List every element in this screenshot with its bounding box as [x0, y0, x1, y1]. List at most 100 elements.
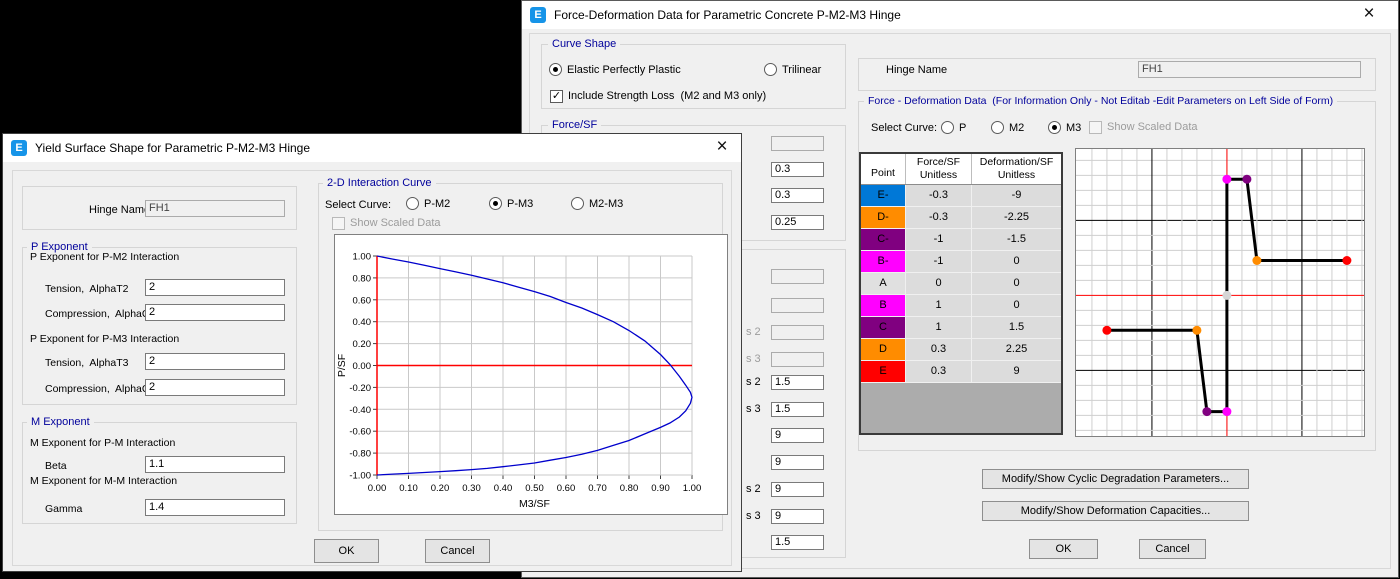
value-cell: 0.3 [905, 339, 971, 360]
value-cell: -2.25 [971, 207, 1061, 228]
parameter-input[interactable]: 9 [771, 455, 824, 470]
svg-text:0.10: 0.10 [399, 483, 418, 494]
svg-text:0.00: 0.00 [368, 483, 387, 494]
svg-text:1.00: 1.00 [353, 252, 372, 263]
table-header-cell: Deformation/SFUnitless [971, 154, 1061, 184]
svg-text:0.20: 0.20 [431, 483, 450, 494]
interaction-curve-svg: 0.000.100.200.300.400.500.600.700.800.90… [335, 235, 727, 514]
checkbox-label: Show Scaled Data [1107, 121, 1198, 133]
svg-text:0.40: 0.40 [494, 483, 513, 494]
parameter-input[interactable]: 2 [145, 279, 285, 296]
radio-label: P [959, 122, 966, 134]
parameter-input[interactable]: 1.5 [771, 535, 824, 550]
ok-button[interactable]: OK [1029, 539, 1098, 559]
radio-elastic-perfectly-plastic[interactable]: Elastic Perfectly Plastic [549, 63, 681, 76]
titlebar[interactable]: E Force-Deformation Data for Parametric … [522, 1, 1398, 29]
hinge-point-C- [1202, 407, 1211, 416]
include-strength-loss-checkbox[interactable]: ✓ Include Strength Loss (M2 and M3 only) [550, 90, 766, 103]
parameter-input[interactable]: 0.25 [771, 215, 824, 230]
radio-dot-icon [406, 197, 419, 210]
radio-dot-icon [991, 121, 1004, 134]
radio-dot-icon [941, 121, 954, 134]
point-label-cell: B [861, 295, 905, 316]
close-icon[interactable]: × [707, 134, 737, 162]
p-exponent-caption: P Exponent [27, 241, 92, 253]
svg-text:-0.80: -0.80 [349, 449, 371, 460]
checkbox-icon: ✓ [332, 217, 345, 230]
table-row: E0.39 [861, 361, 1061, 383]
point-label-cell: D- [861, 207, 905, 228]
value-cell: -0.3 [905, 207, 971, 228]
titlebar[interactable]: E Yield Surface Shape for Parametric P-M… [3, 134, 741, 162]
svg-text:-0.40: -0.40 [349, 405, 371, 416]
force-deformation-plot [1075, 148, 1365, 437]
parameter-input[interactable]: 1.5 [771, 402, 824, 417]
radio-curve-m2m3[interactable]: M2-M3 [571, 197, 623, 210]
svg-text:0.50: 0.50 [525, 483, 544, 494]
table-row: A00 [861, 273, 1061, 295]
svg-text:0.90: 0.90 [651, 483, 670, 494]
select-curve-label: Select Curve: [325, 199, 391, 211]
point-label-cell: A [861, 273, 905, 294]
modify-deformation-capacities-button[interactable]: Modify/Show Deformation Capacities... [982, 501, 1249, 521]
parameter-input-disabled [771, 352, 824, 367]
value-cell: -1.5 [971, 229, 1061, 250]
force-deformation-table: PointForce/SFUnitlessDeformation/SFUnitl… [859, 152, 1063, 435]
parameter-input[interactable]: 1.1 [145, 456, 285, 473]
section-heading: M Exponent for P-M Interaction [30, 437, 175, 449]
select-curve-label: Select Curve: [871, 122, 937, 134]
force-deformation-data-caption: Force - Deformation Data (For Informatio… [864, 95, 1337, 107]
radio-label: P-M3 [507, 198, 533, 210]
hinge-point-E- [1102, 326, 1111, 335]
checkbox-label: Include Strength Loss (M2 and M3 only) [568, 90, 766, 102]
parameter-input[interactable]: 9 [771, 428, 824, 443]
parameter-input-disabled [771, 136, 824, 151]
hinge-point-D- [1192, 326, 1201, 335]
field-fragment-label: s 2 [746, 326, 768, 338]
radio-label: Trilinear [782, 64, 821, 76]
force-deformation-svg [1076, 149, 1364, 436]
radio-dot-icon [764, 63, 777, 76]
checkbox-label: Show Scaled Data [350, 217, 441, 229]
ok-button[interactable]: OK [314, 539, 379, 563]
parameter-input[interactable]: 2 [145, 304, 285, 321]
section-heading: P Exponent for P-M3 Interaction [30, 333, 179, 345]
value-cell: -9 [971, 185, 1061, 206]
field-fragment-label: s 2 [746, 483, 768, 495]
parameter-input-disabled [771, 298, 824, 313]
field-fragment-label: s 2 [746, 376, 768, 388]
svg-text:P/SF: P/SF [336, 354, 348, 377]
modify-cyclic-degradation-button[interactable]: Modify/Show Cyclic Degradation Parameter… [982, 469, 1249, 489]
radio-trilinear[interactable]: Trilinear [764, 63, 821, 76]
radio-label: Elastic Perfectly Plastic [567, 64, 681, 76]
radio-curve-pm2[interactable]: P-M2 [406, 197, 450, 210]
radio-curve-pm3[interactable]: P-M3 [489, 197, 533, 210]
parameter-input[interactable]: 2 [145, 353, 285, 370]
parameter-input[interactable]: 9 [771, 509, 824, 524]
radio-curve-m2[interactable]: M2 [991, 121, 1024, 134]
close-icon[interactable]: × [1354, 1, 1384, 29]
radio-curve-m3[interactable]: M3 [1048, 121, 1081, 134]
parameter-input[interactable]: 1.5 [771, 375, 824, 390]
radio-curve-p[interactable]: P [941, 121, 966, 134]
svg-text:-1.00: -1.00 [349, 471, 371, 482]
parameter-input[interactable]: 2 [145, 379, 285, 396]
value-cell: -1 [905, 229, 971, 250]
radio-dot-icon [571, 197, 584, 210]
parameter-label: Compression, AlphaC2 [45, 308, 155, 320]
parameter-input[interactable]: 1.4 [145, 499, 285, 516]
value-cell: 0 [971, 251, 1061, 272]
cancel-button[interactable]: Cancel [1139, 539, 1206, 559]
parameter-label: Tension, AlphaT3 [45, 357, 128, 369]
table-header-cell: Force/SFUnitless [905, 154, 971, 184]
table-header-row: PointForce/SFUnitlessDeformation/SFUnitl… [861, 154, 1061, 185]
parameter-input[interactable]: 0.3 [771, 162, 824, 177]
parameter-label: Gamma [45, 503, 82, 515]
radio-label: M2 [1009, 122, 1024, 134]
table-row: C--1-1.5 [861, 229, 1061, 251]
parameter-label: Beta [45, 460, 67, 472]
parameter-input[interactable]: 9 [771, 482, 824, 497]
cancel-button[interactable]: Cancel [425, 539, 490, 563]
show-scaled-data-checkbox: ✓ Show Scaled Data [332, 217, 441, 230]
parameter-input[interactable]: 0.3 [771, 188, 824, 203]
